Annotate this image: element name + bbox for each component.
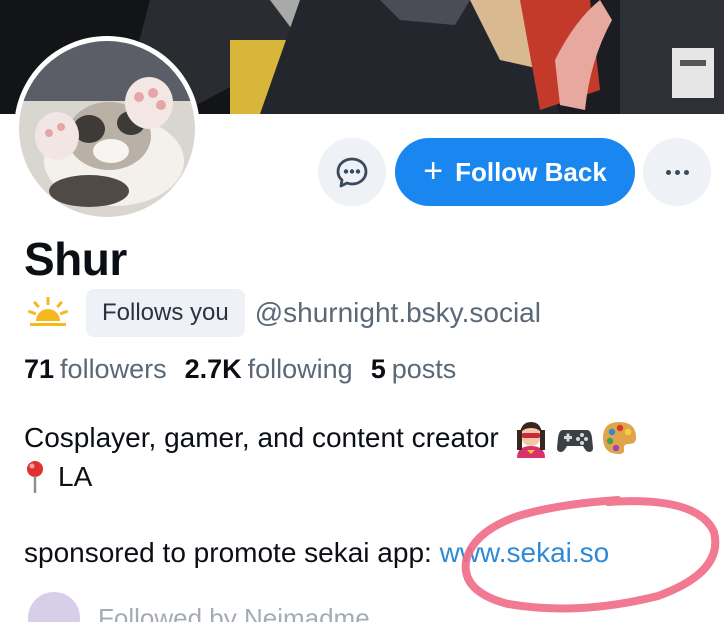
handle-row: Follows you @shurnight.bsky.social [24,289,541,337]
plus-icon: + [423,151,444,190]
superhero-emoji [516,422,545,458]
following-stat[interactable]: 2.7K following [185,354,353,385]
follow-back-label: Follow Back [455,156,607,187]
message-button[interactable] [318,138,386,206]
follower-avatar [26,590,82,622]
more-dots-icon [665,169,689,175]
message-icon [336,157,368,188]
more-options-button[interactable] [643,138,711,206]
handle[interactable]: @shurnight.bsky.social [255,297,541,329]
sun-icon [27,297,69,326]
profile-stats: 71 followers 2.7K following 5 posts [24,354,456,385]
bio-line-1: Cosplayer, gamer, and content creator [24,418,714,458]
gamepad-emoji [556,430,593,452]
followed-by-row[interactable]: Followed by Neimadme... [26,590,391,622]
follow-back-button[interactable]: + Follow Back [395,138,635,206]
display-name: Shur [24,233,127,285]
follows-you-badge: Follows you [86,289,245,337]
avatar[interactable] [14,36,200,222]
bio: Cosplayer, gamer, and content creator LA [24,418,714,496]
posts-stat: 5 posts [370,354,457,384]
sponsor-line: sponsored to promote sekai app: www.seka… [24,537,610,568]
pin-emoji [27,461,43,493]
bio-line-2: LA [24,458,714,496]
followers-stat[interactable]: 71 followers [24,354,167,385]
sponsor-link[interactable]: www.sekai.so [440,537,610,568]
palette-emoji [602,422,636,454]
